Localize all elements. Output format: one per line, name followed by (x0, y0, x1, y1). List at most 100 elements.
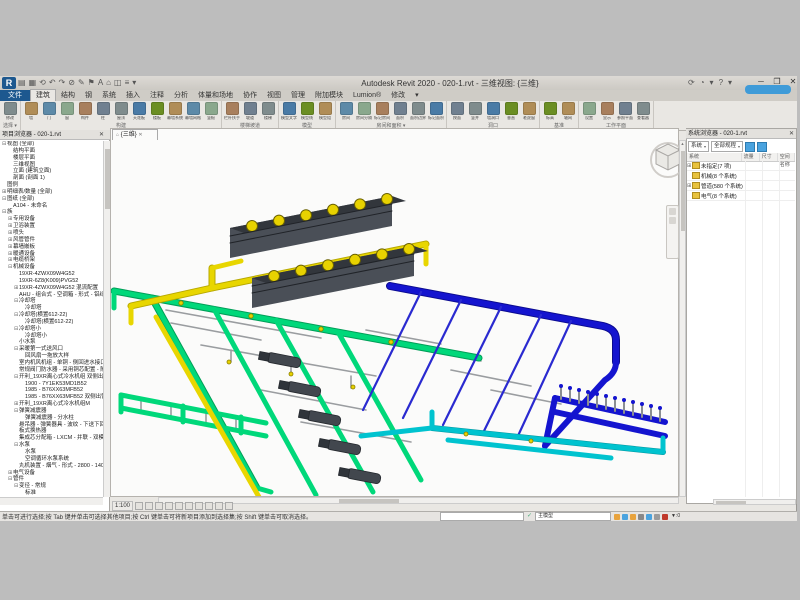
tree-item[interactable]: 冷却塔(横置612-22) (0, 319, 103, 326)
tool-竖井[interactable]: 竖井 (467, 102, 483, 120)
tree-item[interactable]: ⊟弹簧减震器 (0, 408, 103, 415)
infocenter-icon[interactable]: ▾ (710, 78, 714, 87)
save-icon[interactable]: ▦ (29, 78, 37, 88)
tool-标记面积[interactable]: 标记面积 (428, 102, 444, 120)
view-tab-3d[interactable]: ⌂ {三维} ✕ (112, 129, 158, 140)
autofit-icon[interactable] (745, 142, 755, 152)
tree-item[interactable]: 图例 (0, 182, 103, 189)
tree-item[interactable]: 结构平面 (0, 148, 103, 155)
tab-协作[interactable]: 协作 (238, 90, 262, 101)
3d-mep-model[interactable] (111, 140, 679, 496)
tree-item[interactable]: ⊞卫浴装置 (0, 223, 103, 230)
view-control-icon-2[interactable] (155, 502, 163, 510)
tab-Lumion®[interactable]: Lumion® (348, 90, 386, 101)
canvas-vscrollbar[interactable]: ▲ (679, 140, 686, 497)
tool-门[interactable]: 门 (41, 102, 57, 120)
tree-item[interactable]: ⊞风管管件 (0, 237, 103, 244)
close-icon[interactable]: ✕ (99, 131, 104, 138)
tree-item[interactable]: 悬吊器 - 弹簧器具 - 波纹 - 下送下回 (0, 422, 103, 429)
tool-标高[interactable]: 标高 (542, 102, 558, 120)
tree-item[interactable]: 弹簧减震器 - 分水柱 (0, 415, 103, 422)
column-settings-icon[interactable] (757, 142, 767, 152)
tool-窗[interactable]: 窗 (59, 102, 75, 120)
tab-视图[interactable]: 视图 (262, 90, 286, 101)
tree-item[interactable]: ⊞幕墙嵌板 (0, 244, 103, 251)
system-browser-hscrollbar[interactable] (713, 499, 796, 505)
tree-item[interactable]: ⊟图纸 (全部) (0, 196, 103, 203)
tab-注释[interactable]: 注释 (145, 90, 169, 101)
tree-item[interactable]: 冷却塔小 (0, 333, 103, 340)
open-icon[interactable]: ▤ (18, 78, 26, 88)
tab-建筑[interactable]: 建筑 (30, 89, 56, 101)
tool-房间[interactable]: 房间 (338, 102, 354, 120)
project-browser-header[interactable]: 项目浏览器 - 020-1.rvt (0, 130, 110, 140)
infocenter-icon[interactable]: ▾ (728, 78, 732, 87)
workset-dropdown[interactable] (440, 512, 524, 521)
tree-item[interactable]: ⊟视图 (全部) (0, 141, 103, 148)
tree-item[interactable]: ⊟变径 - 常规 (0, 483, 103, 490)
view-control-icon-5[interactable] (185, 502, 193, 510)
column-header-尺寸[interactable]: 尺寸 (760, 153, 778, 161)
tree-item[interactable]: 常规阀门防水器 - 采用铜芯配置 - 附加防潮阀 (0, 367, 103, 374)
tool-构件[interactable]: 构件 (77, 102, 93, 120)
tree-item[interactable]: 水泵 (0, 449, 103, 456)
text-icon[interactable]: A (98, 78, 103, 88)
tool-屋顶[interactable]: 屋顶 (113, 102, 129, 120)
column-header-流量[interactable]: 流量 (742, 153, 760, 161)
tag-icon[interactable]: ⚑ (88, 78, 95, 88)
view-control-icon-8[interactable] (215, 502, 223, 510)
tool-模型组[interactable]: 模型组 (317, 102, 333, 120)
tool-垂直[interactable]: 垂直 (503, 102, 519, 120)
tree-item[interactable]: ⊟冷却塔 (0, 298, 103, 305)
tool-显示[interactable]: 显示 (599, 102, 615, 120)
view-control-icon-7[interactable] (205, 502, 213, 510)
tool-坡道[interactable]: 坡道 (242, 102, 258, 120)
close-icon[interactable]: ✕ (789, 130, 794, 137)
design-option-dropdown[interactable]: 主模型 (535, 512, 611, 521)
tab-插入[interactable]: 插入 (121, 90, 145, 101)
section-icon[interactable]: ◫ (114, 78, 122, 88)
tree-item[interactable]: 1900 - 7Y1EK53MD1B52 (0, 381, 103, 388)
tree-item[interactable]: AHU - 组合式 - 空调箱 - 形式 - 铝绿 - 2000 - 10排 (0, 292, 103, 299)
tree-item[interactable]: 室内机风机组 - 单铜 - 侧回进水接口伸缩管 (0, 360, 103, 367)
tool-墙[interactable]: 墙 (23, 102, 39, 120)
tab-结构[interactable]: 结构 (56, 90, 80, 101)
tree-item[interactable]: 回风扇一拖放大样 (0, 353, 103, 360)
tool-修改[interactable]: 修改 (2, 102, 18, 120)
tree-item[interactable]: 楼层平面 (0, 155, 103, 162)
tool-模型线[interactable]: 模型线 (299, 102, 315, 120)
tab-附加模块[interactable]: 附加模块 (310, 90, 348, 101)
tool-竖梃[interactable]: 竖梃 (203, 102, 219, 120)
sync-icon[interactable]: ⟲ (39, 78, 46, 88)
tool-设置[interactable]: 设置 (581, 102, 597, 120)
tool-栏杆扶手[interactable]: 栏杆扶手 (224, 102, 240, 120)
view-control-icon-4[interactable] (175, 502, 183, 510)
measure-icon[interactable]: ⊘ (68, 78, 75, 88)
close-button[interactable]: ✕ (788, 77, 798, 86)
tool-老虎窗[interactable]: 老虎窗 (521, 102, 537, 120)
discipline-dropdown[interactable]: 全部规程▾ (711, 141, 743, 152)
tool-楼板[interactable]: 楼板 (149, 102, 165, 120)
tool-参照平面[interactable]: 参照平面 (617, 102, 633, 120)
revit-app-menu-button[interactable]: R (2, 77, 16, 89)
tree-item[interactable]: ⊞19XR-4ZWX09W4G52 混流配置 (0, 285, 103, 292)
status-icon[interactable] (630, 514, 636, 520)
tree-item[interactable]: ⊟机械设备 (0, 264, 103, 271)
redo-icon[interactable]: ↷ (59, 78, 66, 88)
infocenter-icon[interactable]: ? (719, 78, 723, 87)
tool-幕墙系统[interactable]: 幕墙系统 (167, 102, 183, 120)
tab-系统[interactable]: 系统 (97, 90, 121, 101)
tree-item[interactable]: 19XR-4ZWX09W4G52 (0, 271, 103, 278)
tool-查看器[interactable]: 查看器 (635, 102, 651, 120)
view-control-icon-1[interactable] (145, 502, 153, 510)
tree-item[interactable]: ⊟冷却塔(横置612-22) (0, 312, 103, 319)
system-dropdown[interactable]: 系统▾ (688, 141, 709, 152)
tool-标记房间[interactable]: 标记房间 (374, 102, 390, 120)
status-icon[interactable] (662, 514, 668, 520)
infocenter-icon[interactable]: ◔ (700, 78, 705, 87)
tab-修改[interactable]: 修改 (386, 90, 410, 101)
infocenter-icon[interactable]: ⟳ (688, 78, 695, 87)
project-browser-hscrollbar[interactable] (0, 497, 103, 505)
system-browser-header[interactable]: 系统浏览器 - 020-1.rvt (686, 129, 796, 139)
tree-item[interactable]: 空调循环水泵系统 (0, 456, 103, 463)
